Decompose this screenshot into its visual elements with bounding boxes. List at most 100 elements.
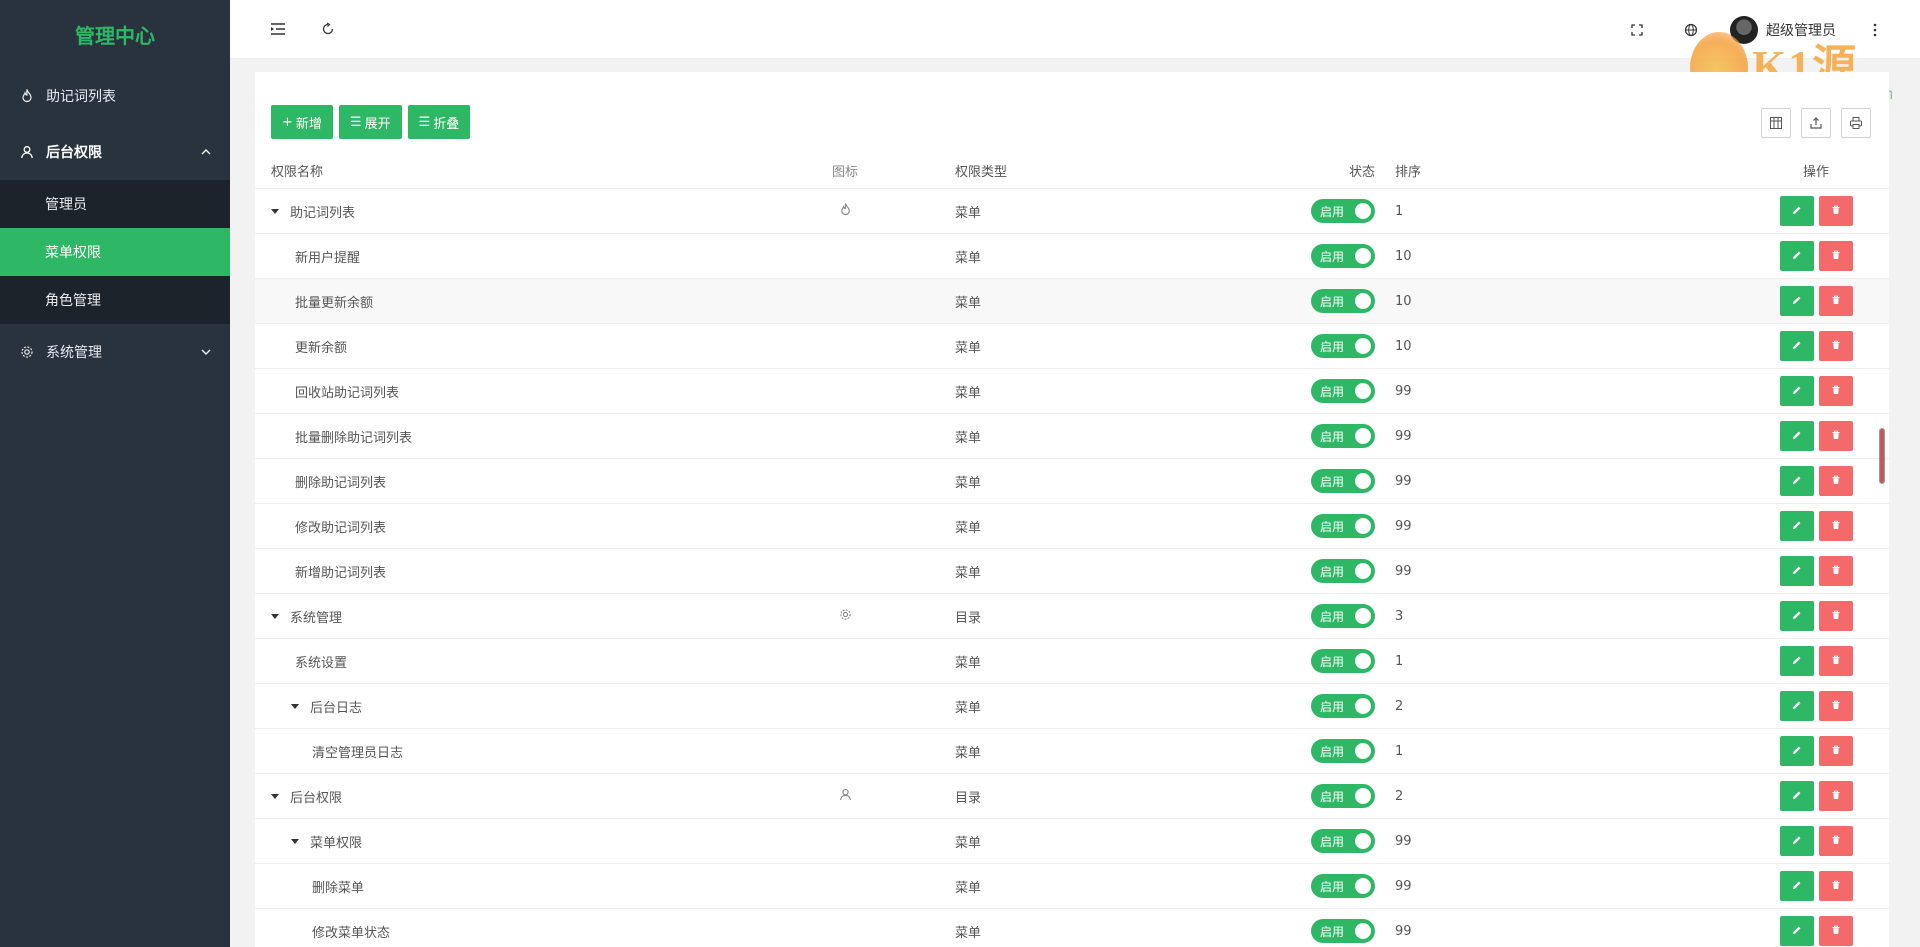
edit-button[interactable] <box>1780 691 1814 721</box>
expand-caret-icon[interactable] <box>291 838 299 844</box>
language-button[interactable] <box>1676 15 1706 45</box>
edit-button[interactable] <box>1780 331 1814 361</box>
edit-button[interactable] <box>1780 241 1814 271</box>
edit-button[interactable] <box>1780 556 1814 586</box>
delete-button[interactable] <box>1819 871 1853 901</box>
permission-name: 批量删除助记词列表 <box>295 430 413 446</box>
delete-button[interactable] <box>1819 556 1853 586</box>
edit-button[interactable] <box>1780 736 1814 766</box>
delete-button[interactable] <box>1819 241 1853 271</box>
delete-button[interactable] <box>1819 691 1853 721</box>
status-toggle[interactable]: 启用 <box>1311 874 1375 898</box>
page-scrollbar[interactable] <box>1879 428 1885 484</box>
status-toggle[interactable]: 启用 <box>1311 649 1375 673</box>
status-toggle[interactable]: 启用 <box>1311 199 1375 223</box>
cell-status: 启用 <box>1245 604 1375 628</box>
table-toolbar: + 新增 ☰ 展开 ☰ 折叠 <box>255 72 1889 152</box>
status-toggle[interactable]: 启用 <box>1311 514 1375 538</box>
status-toggle[interactable]: 启用 <box>1311 829 1375 853</box>
column-header-sort[interactable]: 排序 <box>1375 161 1715 180</box>
trash-icon <box>1831 429 1841 444</box>
column-header-name[interactable]: 权限名称 <box>255 161 745 180</box>
edit-button[interactable] <box>1780 871 1814 901</box>
collapse-all-button[interactable]: ☰ 折叠 <box>407 105 471 139</box>
cell-sort: 1 <box>1395 203 1404 219</box>
sidebar-item-admins[interactable]: 管理员 <box>0 180 230 228</box>
edit-button[interactable] <box>1780 781 1814 811</box>
edit-button[interactable] <box>1780 286 1814 316</box>
expand-caret-icon[interactable] <box>271 613 279 619</box>
status-toggle[interactable]: 启用 <box>1311 784 1375 808</box>
sidebar-item-admin-permissions[interactable]: 后台权限 <box>0 124 230 180</box>
cell-status: 启用 <box>1245 199 1375 223</box>
menu-toggle-button[interactable] <box>263 14 293 44</box>
more-options-button[interactable] <box>1860 15 1890 45</box>
edit-button[interactable] <box>1780 916 1814 946</box>
expand-caret-icon[interactable] <box>271 793 279 799</box>
edit-button[interactable] <box>1780 826 1814 856</box>
delete-button[interactable] <box>1819 331 1853 361</box>
user-menu[interactable]: 超级管理员 <box>1730 15 1836 44</box>
delete-button[interactable] <box>1819 196 1853 226</box>
column-header-icon[interactable]: 图标 <box>745 161 945 180</box>
delete-button[interactable] <box>1819 511 1853 541</box>
delete-button[interactable] <box>1819 826 1853 856</box>
delete-button[interactable] <box>1819 601 1853 631</box>
column-header-status[interactable]: 状态 <box>1245 161 1375 180</box>
status-toggle[interactable]: 启用 <box>1311 694 1375 718</box>
export-button[interactable] <box>1801 108 1831 138</box>
status-toggle[interactable]: 启用 <box>1311 469 1375 493</box>
add-button[interactable]: + 新增 <box>271 105 333 139</box>
status-toggle[interactable]: 启用 <box>1311 289 1375 313</box>
cell-type: 菜单 <box>955 835 982 851</box>
delete-button[interactable] <box>1819 466 1853 496</box>
status-toggle[interactable]: 启用 <box>1311 604 1375 628</box>
delete-button[interactable] <box>1819 736 1853 766</box>
edit-button[interactable] <box>1780 421 1814 451</box>
cell-ops <box>1715 376 1889 406</box>
pencil-icon <box>1792 564 1802 579</box>
status-toggle[interactable]: 启用 <box>1311 424 1375 448</box>
cell-name: 助记词列表 <box>255 202 745 221</box>
edit-button[interactable] <box>1780 646 1814 676</box>
delete-button[interactable] <box>1819 781 1853 811</box>
top-header: 超级管理员 <box>230 0 1920 59</box>
print-button[interactable] <box>1841 108 1871 138</box>
refresh-button[interactable] <box>313 14 343 44</box>
delete-button[interactable] <box>1819 376 1853 406</box>
status-toggle[interactable]: 启用 <box>1311 244 1375 268</box>
expand-caret-icon[interactable] <box>291 703 299 709</box>
expand-caret-icon[interactable] <box>271 208 279 214</box>
permission-name: 回收站助记词列表 <box>295 385 400 401</box>
sidebar-item-role-management[interactable]: 角色管理 <box>0 276 230 324</box>
delete-button[interactable] <box>1819 421 1853 451</box>
expand-all-button[interactable]: ☰ 展开 <box>338 105 402 139</box>
toggle-knob <box>1355 563 1371 579</box>
fullscreen-button[interactable] <box>1622 15 1652 45</box>
cell-type: 菜单 <box>955 340 982 356</box>
sidebar-item-system-management[interactable]: 系统管理 <box>0 324 230 380</box>
sidebar-item-menu-permissions[interactable]: 菜单权限 <box>0 228 230 276</box>
cell-status: 启用 <box>1245 919 1375 943</box>
cell-status: 启用 <box>1245 829 1375 853</box>
edit-button[interactable] <box>1780 511 1814 541</box>
edit-button[interactable] <box>1780 196 1814 226</box>
cell-type: 目录 <box>955 610 982 626</box>
status-toggle[interactable]: 启用 <box>1311 379 1375 403</box>
columns-filter-button[interactable] <box>1761 108 1791 138</box>
edit-button[interactable] <box>1780 601 1814 631</box>
edit-button[interactable] <box>1780 376 1814 406</box>
status-toggle[interactable]: 启用 <box>1311 334 1375 358</box>
delete-button[interactable] <box>1819 916 1853 946</box>
column-header-type[interactable]: 权限类型 <box>945 161 1245 180</box>
brand-title: 管理中心 <box>75 23 155 48</box>
table-row: 修改助记词列表 菜单 启用 99 <box>255 504 1889 549</box>
edit-button[interactable] <box>1780 466 1814 496</box>
status-toggle[interactable]: 启用 <box>1311 739 1375 763</box>
status-toggle[interactable]: 启用 <box>1311 559 1375 583</box>
pencil-icon <box>1792 609 1802 624</box>
delete-button[interactable] <box>1819 286 1853 316</box>
delete-button[interactable] <box>1819 646 1853 676</box>
sidebar-item-mnemonic-list[interactable]: 助记词列表 <box>0 68 230 124</box>
status-toggle[interactable]: 启用 <box>1311 919 1375 943</box>
